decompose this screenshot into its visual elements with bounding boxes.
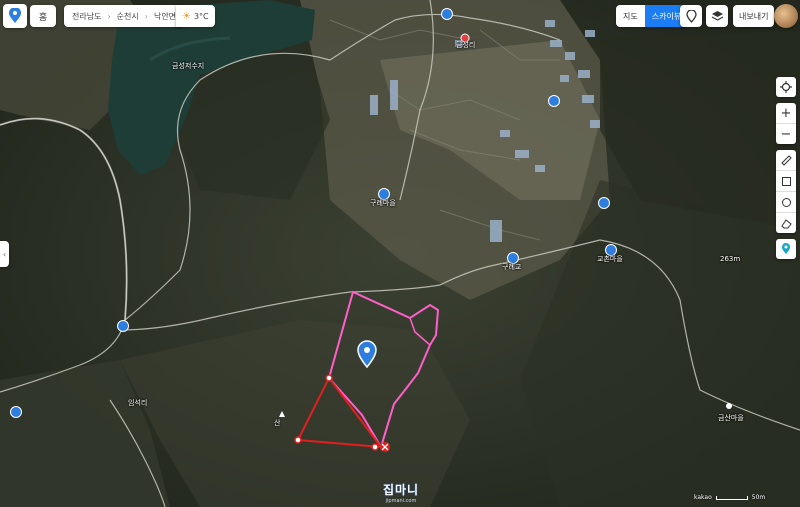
reservoir-label: 금성저수지 [172,62,205,70]
distance-tool-button[interactable] [776,150,796,171]
pin-icon [685,9,697,23]
avatar[interactable] [774,4,798,28]
area-tool-button[interactable] [776,171,796,192]
erase-tool-button[interactable] [776,213,796,233]
radius-tool-button[interactable] [776,192,796,213]
watermark-title: 집마니 [382,482,420,497]
breadcrumb[interactable]: 전라남도 › 순천시 › 낙안면 [64,5,185,27]
village-label[interactable]: 임석리 [128,398,147,408]
plus-icon: + [780,105,792,121]
roadview-button[interactable] [776,239,796,259]
bus-stop-icon[interactable] [117,320,129,332]
measure-vertex[interactable] [294,436,302,444]
satellite-map[interactable] [0,0,800,507]
area-icon [781,176,791,186]
my-location-button[interactable] [776,77,796,97]
bus-stop-icon[interactable] [598,197,610,209]
chevron-right-icon: › [107,11,111,21]
peak-label: 263m [720,255,741,263]
breadcrumb-town[interactable]: 낙안면 [154,11,176,22]
poi-marker-icon [726,403,732,409]
breadcrumb-city[interactable]: 순천시 [117,11,139,22]
breadcrumb-province[interactable]: 전라남도 [72,11,101,22]
poi-label[interactable]: 구례교 [502,262,521,272]
chevron-left-icon: ‹ [2,249,7,259]
zoom-in-button[interactable]: + [776,103,796,124]
export-button[interactable]: 내보내기 [733,5,775,27]
minus-icon: − [780,126,792,142]
map-pin-icon [9,8,21,23]
weather-widget[interactable]: ☀ 3°C [176,5,215,27]
scale-bar [715,495,748,500]
poi-label[interactable]: 교촌마을 [597,254,623,264]
ruler-icon [780,154,792,166]
map-mode-toggle[interactable]: 지도 스카이뷰 [616,5,689,27]
favorites-button[interactable] [680,5,702,27]
chevron-right-icon: › [144,11,148,21]
measure-close-icon[interactable] [380,442,390,452]
roadview-icon [782,243,790,254]
measure-vertex[interactable] [325,374,333,382]
home-button[interactable]: 홈 [30,5,56,27]
village-label[interactable]: 금성리 [456,40,475,50]
map-brand: kakao [694,494,712,501]
watermark: 집마니 jipmani.com [365,479,437,505]
bus-stop-icon[interactable] [441,8,453,20]
layers-button[interactable] [706,5,728,27]
radius-icon [781,197,791,207]
map-view-button[interactable]: 지도 [616,5,645,27]
watermark-url: jipmani.com [385,497,417,504]
measure-vertex[interactable] [371,443,379,451]
layers-icon [711,11,723,21]
sidebar-toggle[interactable]: ‹ [0,241,9,267]
eraser-icon [780,218,792,228]
bus-stop-icon[interactable] [548,95,560,107]
weather-icon: ☀ [182,10,191,22]
poi-label[interactable]: 구례마을 [370,198,396,208]
scale-distance: 50m [751,494,766,501]
scale-indicator: kakao 50m [694,494,765,501]
kakaomap-logo-button[interactable] [3,4,27,28]
crosshair-icon [780,81,792,93]
map-controls: + − [776,77,796,265]
bus-stop-icon[interactable] [10,406,22,418]
mountain-label: 산 [274,419,281,427]
poi-label[interactable]: 금산마을 [718,413,744,423]
zoom-out-button[interactable]: − [776,124,796,144]
temperature: 3°C [193,11,209,21]
